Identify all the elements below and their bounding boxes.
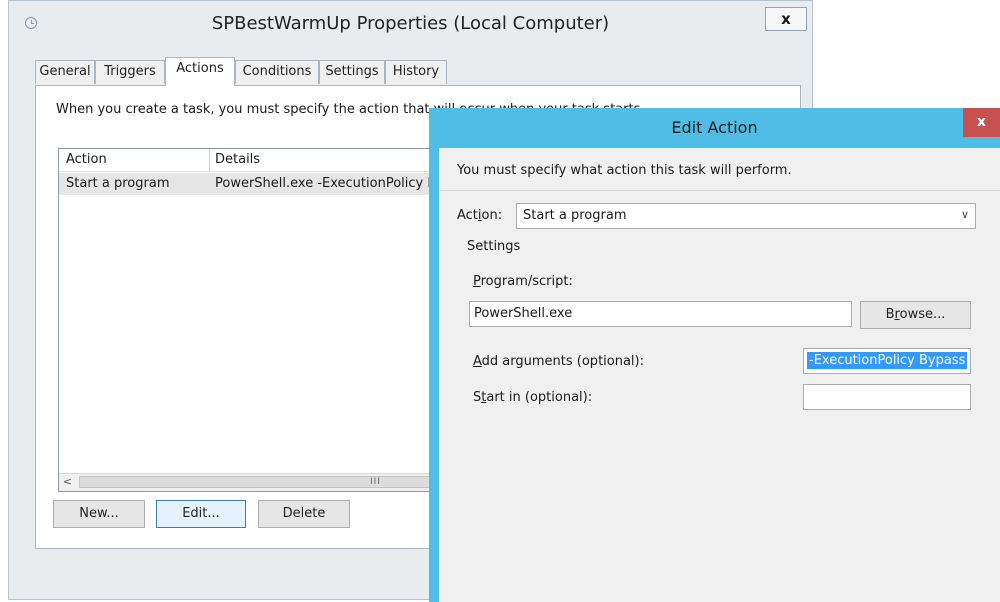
- add-arguments-label: Add arguments (optional):: [473, 354, 644, 369]
- scrollbar-grip-icon: III: [370, 477, 381, 487]
- action-dropdown-value: Start a program: [523, 208, 627, 223]
- dialog-title: Edit Action: [671, 118, 758, 137]
- arguments-selected-text: -ExecutionPolicy Bypass: [807, 352, 968, 369]
- browse-label-post: owse...: [899, 307, 946, 322]
- program-label-accesskey: P: [473, 274, 481, 289]
- browse-label-pre: B: [885, 307, 895, 322]
- start-in-input[interactable]: [803, 384, 971, 410]
- tab-conditions[interactable]: Conditions: [235, 60, 319, 84]
- settings-group-label: Settings: [467, 239, 521, 254]
- browse-button[interactable]: Browse...: [860, 301, 971, 329]
- scroll-left-arrow-icon[interactable]: <: [59, 474, 76, 491]
- add-arguments-input[interactable]: -ExecutionPolicy Bypass: [803, 348, 971, 374]
- chevron-down-icon[interactable]: ∨: [961, 208, 969, 221]
- arguments-label-accesskey: A: [473, 354, 482, 369]
- start-in-label: Start in (optional):: [473, 390, 592, 405]
- properties-titlebar: SPBestWarmUp Properties (Local Computer)…: [9, 1, 812, 47]
- tab-triggers[interactable]: Triggers: [95, 60, 165, 84]
- dialog-close-button[interactable]: x: [963, 108, 1000, 137]
- edit-action-dialog: Edit Action x You must specify what acti…: [429, 108, 1000, 602]
- column-header-action[interactable]: Action: [66, 152, 107, 167]
- dialog-instruction: You must specify what action this task w…: [457, 163, 792, 178]
- tab-general[interactable]: General: [35, 60, 95, 84]
- properties-close-button[interactable]: x: [765, 7, 807, 31]
- arguments-label-rest: dd arguments (optional):: [481, 354, 644, 369]
- tab-actions[interactable]: Actions: [165, 57, 235, 86]
- tab-settings[interactable]: Settings: [319, 60, 385, 84]
- action-label-pre: Act: [457, 208, 478, 223]
- delete-action-button[interactable]: Delete: [258, 500, 350, 528]
- column-header-details[interactable]: Details: [215, 152, 260, 167]
- program-script-input[interactable]: PowerShell.exe: [469, 301, 852, 327]
- properties-window-title: SPBestWarmUp Properties (Local Computer): [211, 13, 610, 34]
- action-label: Action:: [457, 208, 502, 223]
- new-action-button[interactable]: New...: [53, 500, 145, 528]
- column-divider[interactable]: [209, 149, 210, 171]
- dialog-body: You must specify what action this task w…: [439, 148, 1000, 602]
- tab-history[interactable]: History: [385, 60, 447, 84]
- action-dropdown[interactable]: Start a program ∨: [516, 203, 976, 229]
- start-in-label-post: art in (optional):: [486, 390, 593, 405]
- program-script-label: Program/script:: [473, 274, 573, 289]
- row-action-cell: Start a program: [66, 176, 170, 191]
- action-label-post: on:: [481, 208, 503, 223]
- edit-action-button[interactable]: Edit...: [156, 500, 246, 528]
- program-label-rest: rogram/script:: [480, 274, 573, 289]
- divider: [439, 190, 1000, 191]
